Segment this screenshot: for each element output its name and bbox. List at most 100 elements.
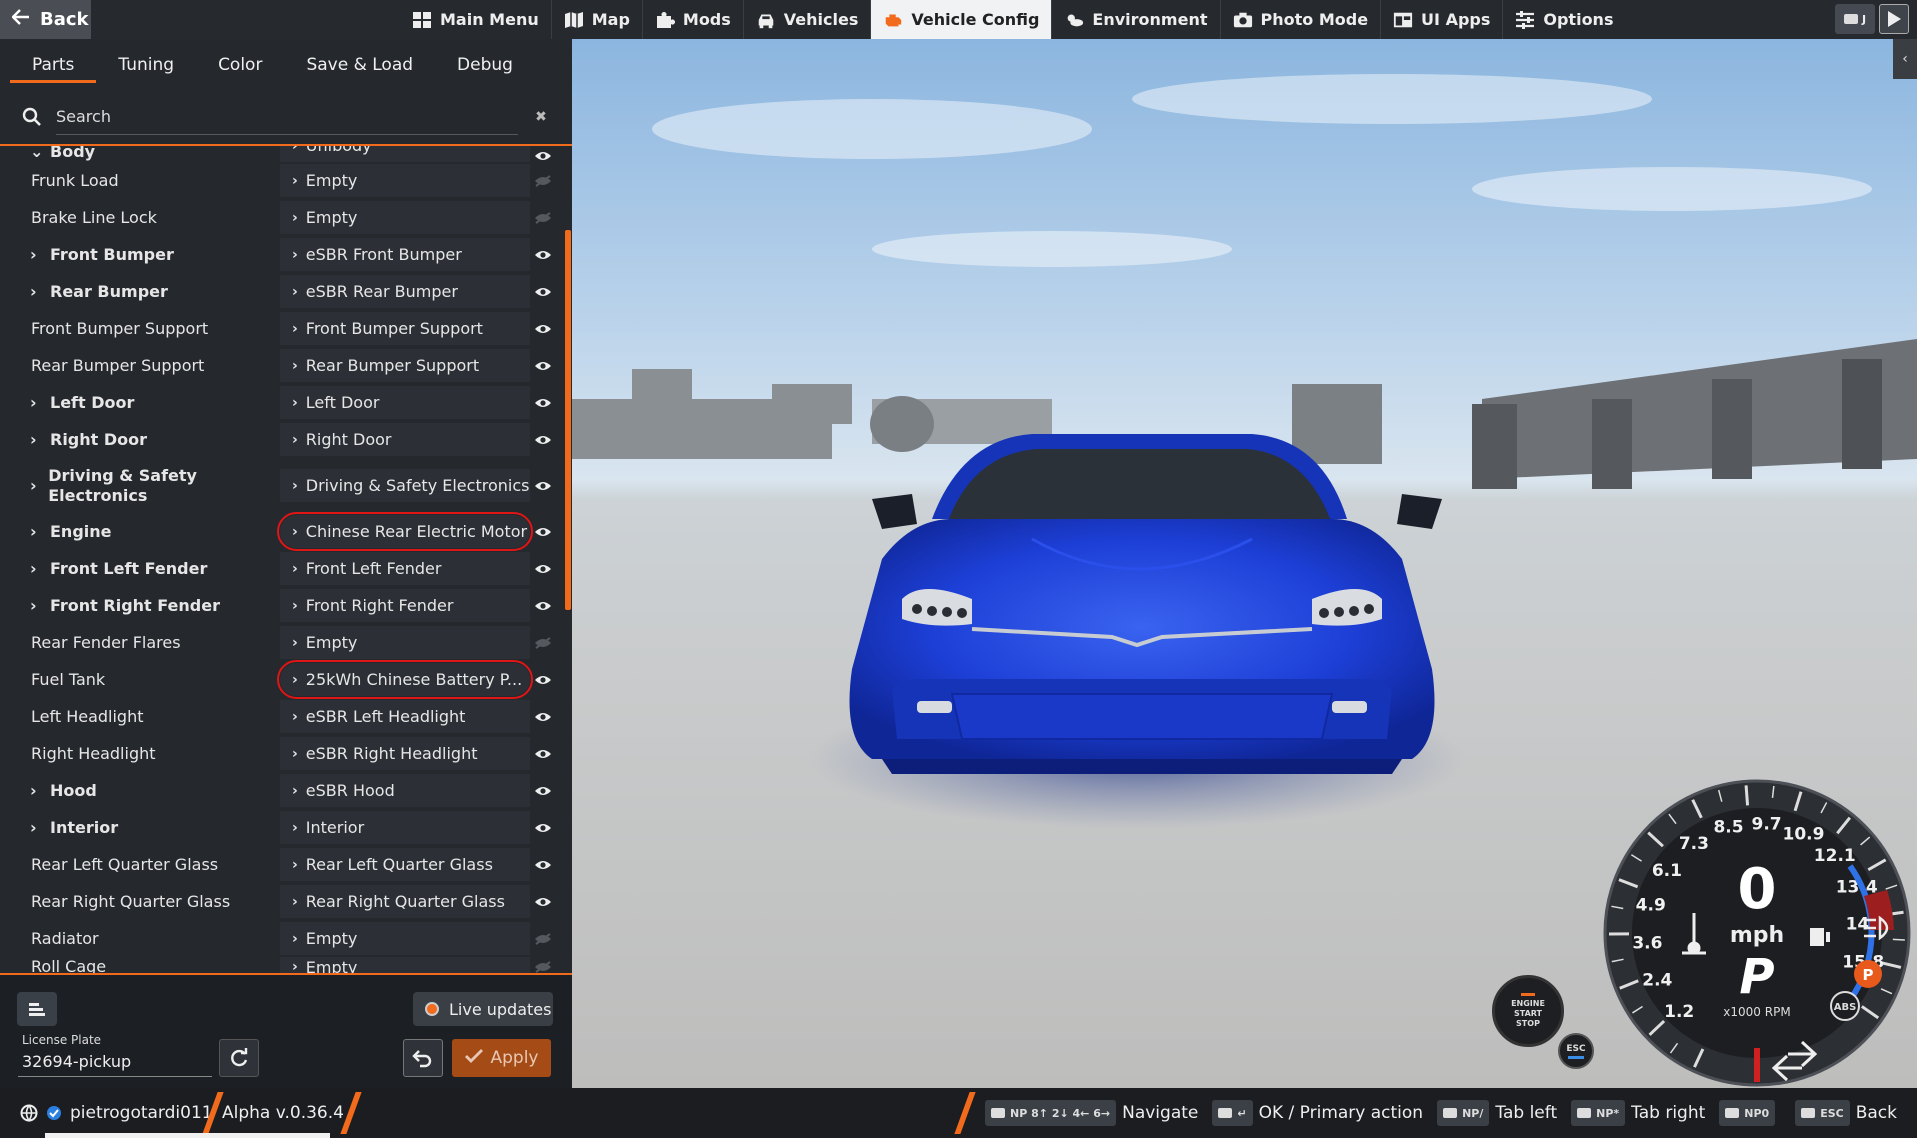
tab-color[interactable]: Color [196, 39, 284, 91]
menu-vehicle-config[interactable]: Vehicle Config [871, 0, 1053, 39]
eye-icon[interactable] [530, 785, 555, 797]
part-selector[interactable]: › Unibody [280, 146, 530, 162]
eye-icon[interactable] [530, 674, 555, 686]
part-slot-label[interactable]: › Front Bumper [10, 245, 270, 265]
part-selector[interactable]: › Rear Right Quarter Glass [280, 885, 530, 918]
undo-button[interactable] [403, 1039, 443, 1077]
eye-icon[interactable] [530, 480, 555, 492]
part-slot-label[interactable]: › Interior [10, 818, 270, 838]
part-slot-name: Rear Right Quarter Glass [31, 891, 231, 911]
collapse-sidebar-button[interactable]: ‹ [1893, 39, 1917, 79]
eye-icon[interactable] [530, 323, 555, 335]
eye-icon[interactable] [530, 711, 555, 723]
chevron-right-icon[interactable]: › [30, 781, 44, 801]
part-slot-label[interactable]: › Left Door [10, 393, 270, 413]
part-selector[interactable]: › Rear Left Quarter Glass [280, 848, 530, 881]
eye-icon[interactable] [530, 748, 555, 760]
parts-scrollbar[interactable] [565, 230, 571, 610]
apply-button[interactable]: Apply [452, 1039, 551, 1077]
parts-list[interactable]: ⌄Body›UnibodyFrunk Load›EmptyBrake Line … [10, 146, 555, 1013]
eye-icon[interactable] [530, 526, 555, 538]
engine-start-stop-button[interactable]: ENGINE START STOP [1492, 975, 1564, 1047]
chevron-right-icon[interactable]: › [30, 596, 44, 616]
eye-icon[interactable] [530, 360, 555, 372]
eye-icon[interactable] [530, 286, 555, 298]
part-selector[interactable]: › eSBR Right Headlight [280, 737, 530, 770]
part-selector[interactable]: › Rear Bumper Support [280, 349, 530, 382]
search-input[interactable] [56, 99, 518, 135]
part-selector[interactable]: › Front Bumper Support [280, 312, 530, 345]
chevron-right-icon[interactable]: › [30, 393, 44, 413]
chevron-right-icon[interactable]: › [30, 522, 44, 542]
randomize-plate-button[interactable] [219, 1039, 259, 1077]
eye-icon[interactable] [530, 859, 555, 871]
part-slot-label: Brake Line Lock [10, 208, 270, 228]
eye-icon[interactable] [530, 600, 555, 612]
eye-icon[interactable] [530, 563, 555, 575]
keyboard-shortcut-button[interactable]: J [1835, 4, 1875, 34]
eye-icon[interactable] [530, 822, 555, 834]
part-selector[interactable]: › eSBR Rear Bumper [280, 275, 530, 308]
tab-parts[interactable]: Parts [10, 39, 97, 91]
part-slot-label[interactable]: › Hood [10, 781, 270, 801]
part-selector[interactable]: › eSBR Left Headlight [280, 700, 530, 733]
menu-mods[interactable]: Mods [643, 0, 744, 39]
part-slot-label[interactable]: › Rear Bumper [10, 282, 270, 302]
part-selector[interactable]: › Empty [280, 201, 530, 234]
part-selector[interactable]: › eSBR Hood [280, 774, 530, 807]
menu-vehicles[interactable]: Vehicles [744, 0, 872, 39]
eye-off-icon[interactable] [530, 636, 555, 649]
tab-save-load[interactable]: Save & Load [284, 39, 435, 91]
tab-debug[interactable]: Debug [435, 39, 535, 91]
menu-environment[interactable]: Environment [1052, 0, 1221, 39]
part-selector[interactable]: › Left Door [280, 386, 530, 419]
clear-search-icon[interactable]: ✖ [532, 109, 550, 125]
part-selector[interactable]: › Interior [280, 811, 530, 844]
eye-icon[interactable] [530, 150, 555, 162]
part-selector[interactable]: › Driving & Safety Electronics [280, 469, 530, 502]
eye-icon[interactable] [530, 896, 555, 908]
tab-tuning[interactable]: Tuning [96, 39, 196, 91]
license-plate-input[interactable] [18, 1047, 212, 1077]
menu-photo-mode[interactable]: Photo Mode [1221, 0, 1382, 39]
part-selector[interactable]: › Front Right Fender [280, 589, 530, 622]
eye-off-icon[interactable] [530, 961, 555, 973]
eye-icon[interactable] [530, 397, 555, 409]
part-selector[interactable]: › Empty [280, 922, 530, 955]
part-selector[interactable]: › eSBR Front Bumper [280, 238, 530, 271]
part-selector[interactable]: › 25kWh Chinese Battery P... [277, 660, 533, 699]
part-selector[interactable]: › Empty [280, 164, 530, 197]
menu-main-menu[interactable]: Main Menu [400, 0, 552, 39]
eye-icon[interactable] [530, 434, 555, 446]
part-slot-label[interactable]: ⌄ Body [10, 146, 270, 162]
play-button[interactable] [1879, 4, 1909, 34]
eye-off-icon[interactable] [530, 174, 555, 187]
part-slot-label[interactable]: › Engine [10, 522, 270, 542]
part-selector[interactable]: › Chinese Rear Electric Motor [277, 512, 533, 551]
part-slot-label[interactable]: › Right Door [10, 430, 270, 450]
chevron-right-icon[interactable]: › [30, 559, 44, 579]
part-slot-label[interactable]: › Driving & Safety Electronics [10, 466, 270, 506]
menu-options[interactable]: Options [1503, 0, 1625, 39]
chevron-right-icon[interactable]: › [30, 818, 44, 838]
chevron-right-icon[interactable]: › [30, 282, 44, 302]
eye-off-icon[interactable] [530, 211, 555, 224]
part-slot-label[interactable]: › Front Right Fender [10, 596, 270, 616]
menu-ui-apps[interactable]: UI Apps [1381, 0, 1504, 39]
chevron-right-icon[interactable]: › [30, 430, 44, 450]
menu-map[interactable]: Map [552, 0, 643, 39]
chevron-down-icon[interactable]: ⌄ [30, 146, 44, 162]
part-selector[interactable]: › Front Left Fender [280, 552, 530, 585]
part-selector[interactable]: › Empty [280, 626, 530, 659]
vehicle-viewport[interactable]: ‹ ENGINE START STOP ESC 1.2 2.4 3.6 4.9 6.1 7… [572, 39, 1917, 1088]
part-slot-label[interactable]: › Front Left Fender [10, 559, 270, 579]
back-button[interactable]: Back [0, 0, 91, 39]
part-slot-name: Rear Left Quarter Glass [31, 854, 219, 874]
eye-icon[interactable] [530, 249, 555, 261]
part-selector[interactable]: › Right Door [280, 423, 530, 456]
tree-view-button[interactable] [17, 992, 57, 1026]
eye-off-icon[interactable] [530, 932, 555, 945]
chevron-right-icon[interactable]: › [30, 476, 42, 496]
chevron-right-icon[interactable]: › [30, 245, 44, 265]
live-updates-toggle[interactable]: Live updates [413, 992, 553, 1026]
